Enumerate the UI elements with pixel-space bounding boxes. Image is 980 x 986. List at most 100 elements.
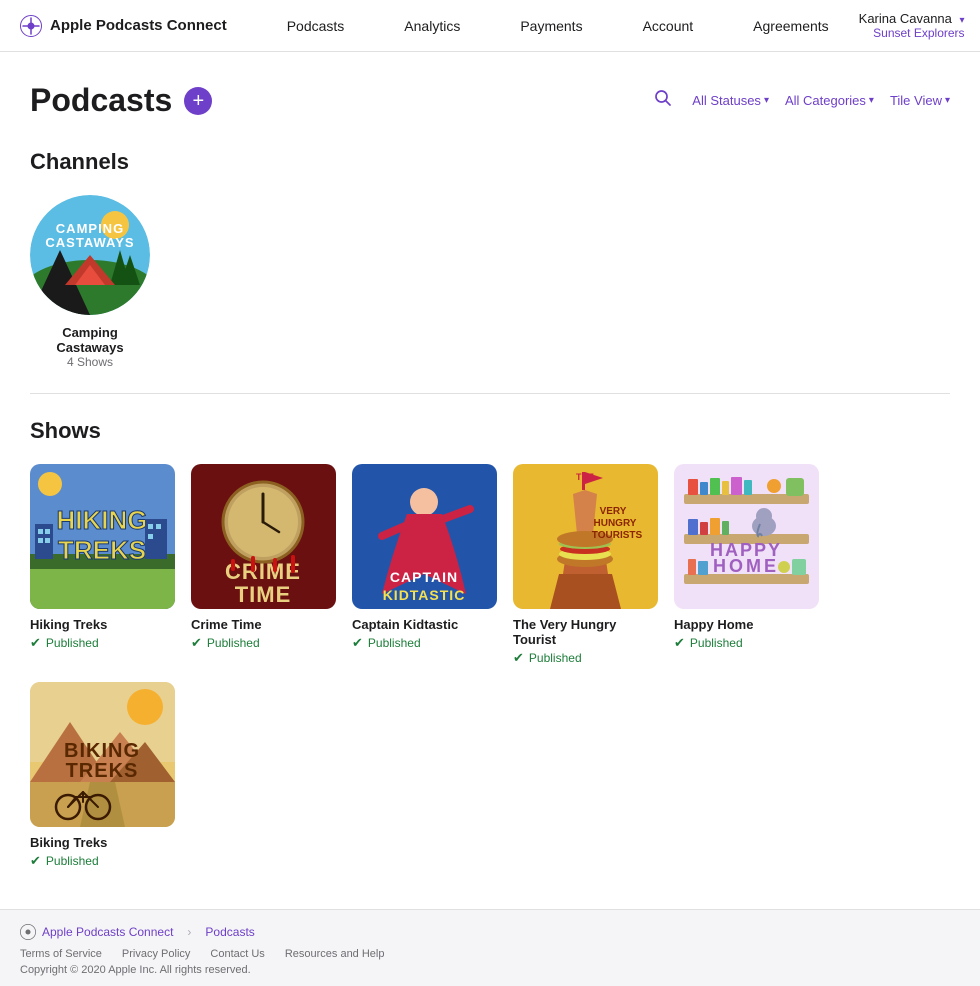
camping-castaways-svg: CAMPING CASTAWAYS	[30, 195, 150, 315]
nav-podcasts[interactable]: Podcasts	[257, 0, 375, 52]
nav-analytics[interactable]: Analytics	[374, 0, 490, 52]
add-podcast-button[interactable]: +	[184, 87, 212, 115]
footer-podcast-icon	[20, 924, 36, 940]
happy-home-svg: HAPPY HOME	[674, 464, 819, 609]
show-artwork-happy: HAPPY HOME	[674, 464, 819, 609]
show-name: Crime Time	[191, 617, 336, 632]
main-nav: Podcasts Analytics Payments Account Agre…	[257, 0, 859, 52]
categories-filter-chevron-icon: ▾	[869, 95, 874, 106]
user-menu[interactable]: Karina Cavanna ▾ Sunset Explorers	[859, 11, 965, 40]
svg-text:TREKS: TREKS	[66, 760, 139, 782]
status-check-icon: ✔	[352, 635, 363, 651]
show-name: Happy Home	[674, 617, 819, 632]
show-tile-happy[interactable]: HAPPY HOME Happy Home ✔ Published	[674, 464, 819, 666]
nav-account[interactable]: Account	[613, 0, 724, 52]
channel-artwork: CAMPING CASTAWAYS	[30, 195, 150, 315]
svg-text:TOURISTS: TOURISTS	[592, 530, 643, 541]
hungry-tourist-svg: THE VERY HUNGRY TOURISTS	[513, 464, 658, 609]
biking-treks-svg: BIKING TREKS	[30, 682, 175, 827]
status-filter-chevron-icon: ▾	[764, 95, 769, 106]
show-status: ✔ Published	[30, 853, 175, 869]
user-subtitle: Sunset Explorers	[873, 26, 964, 40]
footer-link-tos[interactable]: Terms of Service	[20, 948, 102, 960]
nav-agreements[interactable]: Agreements	[723, 0, 858, 52]
footer-copyright: Copyright © 2020 Apple Inc. All rights r…	[20, 964, 960, 976]
view-filter-chevron-icon: ▾	[945, 95, 950, 106]
search-icon	[654, 89, 672, 107]
show-tile-crime[interactable]: CRIME TIME Crime Time ✔ Published	[191, 464, 336, 666]
footer-link-contact[interactable]: Contact Us	[210, 948, 264, 960]
footer-link-privacy[interactable]: Privacy Policy	[122, 948, 190, 960]
show-artwork-biking: BIKING TREKS	[30, 682, 175, 827]
svg-text:BIKING: BIKING	[64, 740, 140, 762]
show-name: Hiking Treks	[30, 617, 175, 632]
svg-text:CAMPING: CAMPING	[56, 221, 124, 236]
podcast-icon	[20, 15, 42, 37]
show-status: ✔ Published	[30, 635, 175, 651]
status-check-icon: ✔	[30, 635, 41, 651]
show-artwork-captain: CAPTAIN KIDTASTIC	[352, 464, 497, 609]
show-status: ✔ Published	[191, 635, 336, 651]
show-name: The Very Hungry Tourist	[513, 617, 658, 647]
show-tile-hiking[interactable]: HIKING TREKS Hiking Treks	[30, 464, 175, 666]
svg-text:CRIME: CRIME	[225, 559, 301, 584]
svg-text:TIME: TIME	[235, 582, 292, 607]
show-tile-hungry[interactable]: THE VERY HUNGRY TOURISTS The Very Hungry…	[513, 464, 658, 666]
main-content: Podcasts + All Statuses ▾ All Categories…	[0, 52, 980, 909]
channels-list: CAMPING CASTAWAYS Camping Castaways 4 Sh…	[30, 195, 950, 369]
view-filter-button[interactable]: Tile View ▾	[890, 93, 950, 108]
section-divider	[30, 393, 950, 394]
brand-link[interactable]: Apple Podcasts Connect	[20, 15, 227, 37]
status-filter-button[interactable]: All Statuses ▾	[692, 93, 769, 108]
show-status: ✔ Published	[352, 635, 497, 651]
footer-separator: ›	[187, 925, 191, 939]
svg-text:HOME: HOME	[713, 556, 779, 576]
page-title-left: Podcasts +	[30, 82, 212, 119]
show-artwork-crime: CRIME TIME	[191, 464, 336, 609]
user-chevron-icon: ▾	[960, 15, 965, 26]
show-name: Biking Treks	[30, 835, 175, 850]
nav-payments[interactable]: Payments	[490, 0, 612, 52]
show-status: ✔ Published	[513, 650, 658, 666]
channel-tile[interactable]: CAMPING CASTAWAYS Camping Castaways 4 Sh…	[30, 195, 150, 369]
show-tile-biking[interactable]: BIKING TREKS Biking Treks ✔ Published	[30, 682, 175, 869]
show-tile-captain[interactable]: CAPTAIN KIDTASTIC Captain Kidtastic ✔ Pu…	[352, 464, 497, 666]
show-artwork-hungry: THE VERY HUNGRY TOURISTS	[513, 464, 658, 609]
show-status: ✔ Published	[674, 635, 819, 651]
categories-filter-button[interactable]: All Categories ▾	[785, 93, 874, 108]
shows-grid: HIKING TREKS Hiking Treks	[30, 464, 950, 869]
svg-text:TREKS: TREKS	[58, 535, 146, 565]
footer-breadcrumb-link[interactable]: Podcasts	[205, 925, 254, 939]
page-title-row: Podcasts + All Statuses ▾ All Categories…	[30, 82, 950, 119]
footer-links: Terms of Service Privacy Policy Contact …	[20, 948, 960, 960]
user-name: Karina Cavanna ▾	[859, 11, 965, 26]
svg-text:VERY: VERY	[600, 506, 627, 517]
show-name: Captain Kidtastic	[352, 617, 497, 632]
page-title: Podcasts	[30, 82, 172, 119]
svg-text:CAPTAIN: CAPTAIN	[390, 569, 458, 585]
channel-count: 4 Shows	[67, 355, 113, 369]
footer-brand-row: Apple Podcasts Connect › Podcasts	[20, 924, 960, 940]
shows-section-title: Shows	[30, 418, 950, 444]
svg-text:CASTAWAYS: CASTAWAYS	[45, 235, 134, 250]
status-check-icon: ✔	[30, 853, 41, 869]
status-check-icon: ✔	[674, 635, 685, 651]
brand-label: Apple Podcasts Connect	[50, 17, 227, 34]
status-check-icon: ✔	[513, 650, 524, 666]
header: Apple Podcasts Connect Podcasts Analytic…	[0, 0, 980, 52]
footer: Apple Podcasts Connect › Podcasts Terms …	[0, 909, 980, 986]
svg-text:KIDTASTIC: KIDTASTIC	[383, 587, 466, 603]
captain-kidtastic-svg: CAPTAIN KIDTASTIC	[352, 464, 497, 609]
page-title-right: All Statuses ▾ All Categories ▾ Tile Vie…	[650, 85, 950, 116]
footer-link-resources[interactable]: Resources and Help	[285, 948, 385, 960]
channels-section-title: Channels	[30, 149, 950, 175]
svg-text:HIKING: HIKING	[57, 505, 148, 535]
show-artwork-hiking: HIKING TREKS	[30, 464, 175, 609]
svg-text:THE: THE	[576, 472, 594, 482]
svg-text:HUNGRY: HUNGRY	[594, 518, 637, 529]
hiking-treks-svg: HIKING TREKS	[30, 464, 175, 609]
footer-brand-label: Apple Podcasts Connect	[42, 925, 173, 939]
channel-name: Camping Castaways	[30, 325, 150, 355]
search-button[interactable]	[650, 85, 676, 116]
crime-time-svg: CRIME TIME	[191, 464, 336, 609]
